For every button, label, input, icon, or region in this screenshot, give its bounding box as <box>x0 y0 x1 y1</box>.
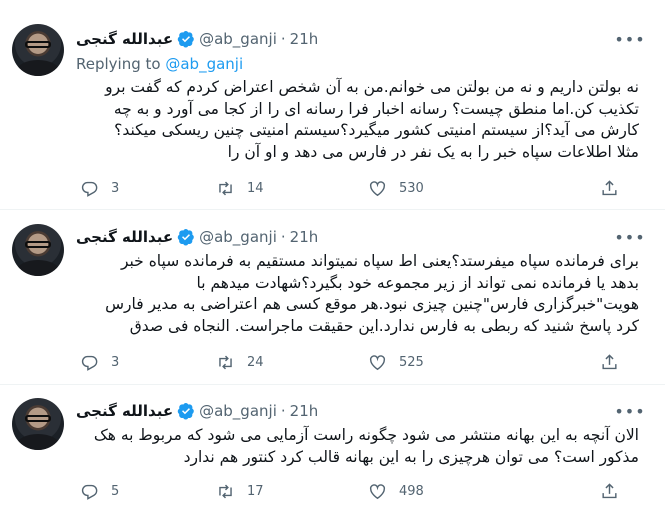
reply-button[interactable]: 5 <box>80 480 121 502</box>
author-name[interactable]: عبدالله گنجی <box>76 402 173 420</box>
tweet-text-line: تکذیب کن.اما منطق چیست؟ رسانه اخبار فرا … <box>113 99 639 118</box>
tweet-text-line: نه بولتن داریم و نه من بولتن می خوانم.من… <box>105 78 639 96</box>
tweet-text-line: برای فرمانده سپاه میفرستد؟یعنی اط سپاه ن… <box>120 252 639 270</box>
author-handle[interactable]: @ab_ganji <box>199 30 277 48</box>
retweet-icon <box>219 484 232 498</box>
tweet[interactable]: عبدالله گنجی @ab_ganji · 21h ••• Replyin… <box>0 0 665 210</box>
tweet-actions: 3 14 530 <box>76 177 636 199</box>
avatar[interactable] <box>12 24 64 76</box>
share-button[interactable] <box>600 177 619 199</box>
retweet-count: 17 <box>247 483 264 499</box>
reply-icon <box>81 181 98 197</box>
tweet-header: عبدالله گنجی @ab_ganji · 21h <box>76 226 318 248</box>
tweet-text-line: مثلا اطلاعات سپاه خبر را به یک نفر در فا… <box>227 142 639 161</box>
tweet-text-line: هویت"خبرگزاری فارس"چنین چیزی نبود.هر موق… <box>105 295 639 313</box>
reply-count: 5 <box>111 483 120 499</box>
retweet-icon <box>219 181 232 195</box>
like-button[interactable]: 525 <box>368 351 424 373</box>
tweet-header: عبدالله گنجی @ab_ganji · 21h <box>76 400 318 422</box>
tweet-text-line: کرد پاسخ شنید که ربطی به فارس ندارد.این … <box>129 316 639 335</box>
like-count: 525 <box>399 354 424 370</box>
more-options-icon[interactable]: ••• <box>614 29 644 49</box>
retweet-button[interactable]: 14 <box>216 177 264 199</box>
retweet-count: 14 <box>247 180 264 196</box>
like-button[interactable]: 530 <box>368 177 424 199</box>
share-button[interactable] <box>600 480 619 502</box>
share-icon <box>602 179 617 195</box>
share-button[interactable] <box>600 351 619 373</box>
more-options-icon[interactable]: ••• <box>614 401 644 421</box>
author-handle[interactable]: @ab_ganji <box>199 402 277 420</box>
tweet-text: الان آنچه به این بهانه منتشر می شود چگون… <box>76 425 639 468</box>
share-icon <box>602 482 617 498</box>
tweet-header: عبدالله گنجی @ab_ganji · 21h <box>76 28 318 50</box>
separator-dot: · <box>280 30 286 48</box>
more-options-icon[interactable]: ••• <box>614 227 644 247</box>
replying-to-link[interactable]: @ab_ganji <box>165 55 243 73</box>
retweet-count: 24 <box>247 354 264 370</box>
reply-count: 3 <box>111 354 120 370</box>
avatar[interactable] <box>12 224 64 276</box>
reply-button[interactable]: 3 <box>80 177 121 199</box>
retweet-button[interactable]: 17 <box>216 480 264 502</box>
like-button[interactable]: 498 <box>368 480 424 502</box>
tweet-text-line: کارش می آید؟از سیستم امنیتی کشور میگیرد؟… <box>114 121 639 139</box>
like-count: 530 <box>399 180 424 196</box>
tweet[interactable]: عبدالله گنجی @ab_ganji · 21h ••• الان آن… <box>0 386 665 515</box>
verified-badge-icon <box>177 30 194 48</box>
retweet-icon <box>219 355 232 369</box>
tweet-text: نه بولتن داریم و نه من بولتن می خوانم.من… <box>76 77 639 163</box>
tweet[interactable]: عبدالله گنجی @ab_ganji · 21h ••• برای فر… <box>0 211 665 385</box>
reply-icon <box>81 484 98 500</box>
share-icon <box>602 353 617 369</box>
timestamp[interactable]: 21h <box>290 30 319 48</box>
tweet-text-line: بدهد یا فرمانده نمی تواند از زیر مجموعه … <box>196 273 639 292</box>
tweet-text-line: مذکور است؟ می توان هرچیزی را به این بهان… <box>183 447 639 466</box>
separator-dot: · <box>280 402 286 420</box>
replying-to: Replying to @ab_ganji <box>76 55 243 73</box>
author-name[interactable]: عبدالله گنجی <box>76 228 173 246</box>
author-name[interactable]: عبدالله گنجی <box>76 30 173 48</box>
verified-badge-icon <box>177 228 194 246</box>
heart-icon <box>369 354 386 370</box>
retweet-button[interactable]: 24 <box>216 351 264 373</box>
heart-icon <box>369 180 386 196</box>
replying-to-label: Replying to <box>76 55 161 73</box>
tweet-actions: 3 24 525 <box>76 351 636 373</box>
avatar[interactable] <box>12 398 64 450</box>
separator-dot: · <box>280 228 286 246</box>
heart-icon <box>369 483 386 499</box>
timestamp[interactable]: 21h <box>290 402 319 420</box>
reply-button[interactable]: 3 <box>80 351 121 373</box>
timestamp[interactable]: 21h <box>290 228 319 246</box>
tweet-text: برای فرمانده سپاه میفرستد؟یعنی اط سپاه ن… <box>76 251 639 337</box>
reply-count: 3 <box>111 180 120 196</box>
tweet-actions: 5 17 498 <box>76 480 636 502</box>
reply-icon <box>81 355 98 371</box>
author-handle[interactable]: @ab_ganji <box>199 228 277 246</box>
verified-badge-icon <box>177 402 194 420</box>
like-count: 498 <box>399 483 424 499</box>
tweet-text-line: الان آنچه به این بهانه منتشر می شود چگون… <box>93 426 639 444</box>
